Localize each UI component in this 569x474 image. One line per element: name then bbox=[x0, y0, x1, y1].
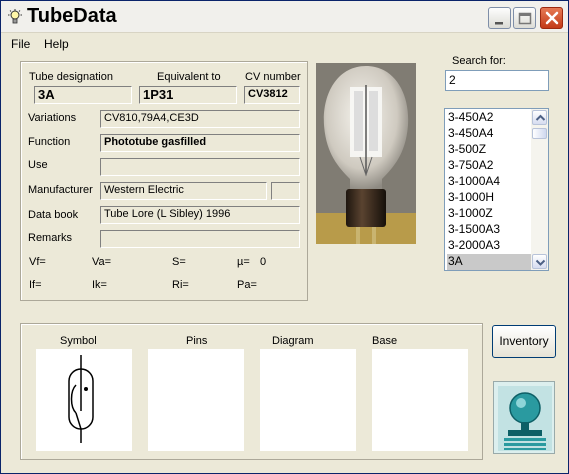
app-window: TubeData File Help Tube designation 3A E… bbox=[0, 0, 569, 474]
scroll-up-button[interactable] bbox=[532, 110, 547, 125]
window-title: TubeData bbox=[27, 5, 117, 27]
vf-label: Vf= bbox=[29, 256, 46, 268]
search-input[interactable]: 2 bbox=[445, 70, 549, 91]
pa-label: Pa= bbox=[237, 279, 257, 291]
menu-bar: File Help bbox=[1, 34, 568, 53]
equivalent-label: Equivalent to bbox=[157, 71, 221, 83]
manufacturer-label: Manufacturer bbox=[28, 184, 93, 196]
function-field[interactable]: Phototube gasfilled bbox=[100, 134, 300, 152]
list-item[interactable]: 3-500Z bbox=[447, 142, 531, 158]
scroll-down-button[interactable] bbox=[532, 254, 547, 269]
mu-value: 0 bbox=[260, 256, 267, 268]
list-item-selected[interactable]: 3A bbox=[447, 254, 531, 270]
tube-designation-label: Tube designation bbox=[29, 71, 113, 83]
ri-label: Ri= bbox=[172, 279, 189, 291]
menu-file[interactable]: File bbox=[11, 37, 30, 51]
list-scrollbar[interactable] bbox=[531, 109, 548, 270]
menu-help[interactable]: Help bbox=[44, 37, 69, 51]
list-item[interactable]: 3-1000A4 bbox=[447, 174, 531, 190]
manufacturer-extra-field[interactable] bbox=[271, 182, 300, 200]
va-label: Va= bbox=[92, 256, 112, 268]
phototube-symbol-icon bbox=[68, 355, 94, 443]
minimize-button[interactable] bbox=[488, 7, 511, 29]
search-label: Search for: bbox=[452, 55, 506, 67]
equivalent-field[interactable]: 1P31 bbox=[139, 86, 237, 104]
databook-label: Data book bbox=[28, 209, 79, 221]
list-item[interactable]: 3-2000A3 bbox=[447, 238, 531, 254]
if-label: If= bbox=[29, 279, 42, 291]
maximize-icon bbox=[518, 12, 532, 25]
databook-field[interactable]: Tube Lore (L Sibley) 1996 bbox=[100, 206, 300, 224]
diagram-pane bbox=[260, 349, 356, 451]
arrow-down-icon bbox=[535, 259, 546, 266]
pins-pane bbox=[148, 349, 244, 451]
variations-field[interactable]: CV810,79A4,CE3D bbox=[100, 110, 300, 128]
lightbulb-icon bbox=[7, 9, 23, 25]
symbol-label: Symbol bbox=[60, 335, 97, 347]
arrow-up-icon bbox=[535, 114, 546, 121]
use-field[interactable] bbox=[100, 158, 300, 176]
cv-number-label: CV number bbox=[245, 71, 301, 83]
list-item[interactable]: 3-750A2 bbox=[447, 158, 531, 174]
s-label: S= bbox=[172, 256, 186, 268]
close-icon bbox=[545, 11, 559, 25]
minimize-icon bbox=[495, 22, 503, 25]
ik-label: Ik= bbox=[92, 279, 107, 291]
base-label: Base bbox=[372, 335, 398, 347]
list-item[interactable]: 3-1000H bbox=[447, 190, 531, 206]
scroll-thumb[interactable] bbox=[532, 128, 547, 139]
list-item[interactable]: 3-450A4 bbox=[447, 126, 531, 142]
tube-logo bbox=[493, 381, 555, 454]
function-label: Function bbox=[28, 136, 71, 148]
title-bar[interactable]: TubeData bbox=[1, 1, 568, 33]
diagram-label: Diagram bbox=[272, 335, 314, 347]
close-button[interactable] bbox=[540, 7, 563, 29]
variations-label: Variations bbox=[28, 112, 77, 124]
use-label: Use bbox=[28, 159, 48, 171]
tube-list[interactable]: 3-450A2 3-450A4 3-500Z 3-750A2 3-1000A4 … bbox=[444, 108, 549, 271]
remarks-field[interactable] bbox=[100, 230, 300, 248]
base-pane bbox=[372, 349, 468, 451]
manufacturer-field[interactable]: Western Electric bbox=[100, 182, 267, 200]
maximize-button[interactable] bbox=[513, 7, 536, 29]
tube-photo bbox=[316, 63, 416, 244]
pins-label: Pins bbox=[186, 335, 208, 347]
inventory-button[interactable]: Inventory bbox=[492, 325, 556, 358]
mu-label: µ= bbox=[237, 256, 250, 268]
remarks-label: Remarks bbox=[28, 232, 73, 244]
symbol-pane bbox=[36, 349, 132, 451]
list-item[interactable]: 3-450A2 bbox=[447, 110, 531, 126]
list-item[interactable]: 3-1000Z bbox=[447, 206, 531, 222]
list-item[interactable]: 3-1500A3 bbox=[447, 222, 531, 238]
tube-designation-field[interactable]: 3A bbox=[34, 86, 132, 104]
cv-number-field[interactable]: CV3812 bbox=[244, 86, 300, 104]
